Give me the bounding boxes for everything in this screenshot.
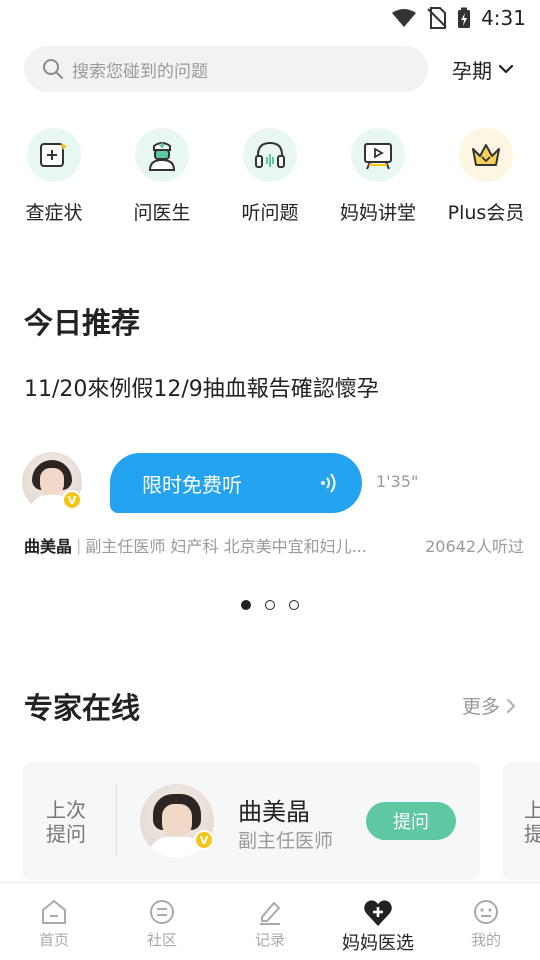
battery-charging-icon [458,7,471,28]
last-ask-label: 上次提问 [46,798,86,846]
edit-record-icon [260,902,280,925]
headphones-icon [255,141,285,168]
expert-name: 曲美晶 [238,798,310,826]
search-placeholder: 搜索您碰到的问题 [72,61,208,82]
carousel-dot[interactable] [289,600,299,610]
carousel-dot[interactable] [241,600,251,610]
bottom-tab-bar: 首页 社区 记录 妈妈医选 我的 [0,882,540,960]
ask-button[interactable]: 提问 [366,802,456,840]
tab-community[interactable]: 社区 [108,883,216,960]
free-listen-button[interactable]: 限时免费听 [110,453,362,513]
doctor-info: 副主任医师 妇产科 北京美中宜和妇儿... [85,537,367,556]
recommended-question[interactable]: 11/20來例假12/9抽血報告確認懷孕 [24,371,379,403]
profile-icon [474,900,498,924]
tab-profile[interactable]: 我的 [432,883,540,960]
quick-action-icon-wrap [243,128,297,182]
audio-duration: 1'35" [376,472,419,491]
quick-action-label: 妈妈讲堂 [339,202,416,224]
quick-action-lecture[interactable]: 妈妈讲堂 [324,128,432,225]
card-divider [116,784,117,858]
verified-badge-icon: V [194,830,214,850]
carousel-dot[interactable] [265,600,275,610]
meta-separator: | [76,535,82,555]
tab-label: 妈妈医选 [342,933,414,954]
chevron-right-icon [507,698,516,713]
chevron-down-icon [498,64,514,74]
last-ask-label: 上提 [524,798,540,846]
today-section-title: 今日推荐 [24,306,141,340]
quick-action-label: Plus会员 [447,202,525,224]
listener-count: 20642人听过 [425,537,524,556]
sound-wave-icon [321,473,336,493]
tab-label: 记录 [254,931,285,949]
quick-action-icon-wrap [135,128,189,182]
quick-action-icon-wrap [27,128,81,182]
heart-plus-icon [364,900,392,926]
quick-action-symptom[interactable]: 查症状 [0,128,108,225]
avatar-face [162,804,192,838]
video-lecture-icon [364,143,392,170]
symptom-check-icon [40,143,67,167]
quick-action-listen[interactable]: 听问题 [216,128,324,225]
doctor-icon [148,142,176,171]
no-sim-icon [427,7,447,29]
more-label: 更多 [461,696,500,718]
search-icon [43,59,63,79]
status-bar: 4:31 [0,0,540,36]
stage-label: 孕期 [452,58,492,83]
avatar-face [40,468,64,496]
tab-home[interactable]: 首页 [0,883,108,960]
quick-action-label: 查症状 [25,202,83,224]
quick-action-ask-doctor[interactable]: 问医生 [108,128,216,225]
expert-card[interactable]: 上次提问 V 曲美晶 副主任医师 提问 [22,762,480,880]
status-icons: 4:31 [391,6,526,30]
status-time: 4:31 [481,6,526,30]
tab-label: 社区 [146,931,177,949]
quick-action-icon-wrap [459,128,513,182]
experts-section-title: 专家在线 [24,691,141,725]
quick-actions: 查症状 问医生 听问题 妈妈讲堂 Plus会员 [0,128,540,225]
more-experts-link[interactable]: 更多 [462,692,516,719]
tab-label: 我的 [470,931,501,949]
quick-action-label: 问医生 [133,202,191,224]
wifi-icon [392,9,417,27]
search-input[interactable]: 搜索您碰到的问题 [24,46,428,92]
expert-title: 副主任医师 [238,830,334,852]
home-icon [42,900,66,924]
tab-label: 首页 [38,931,69,949]
quick-action-plus[interactable]: Plus会员 [432,128,540,225]
crown-icon [472,144,500,166]
community-icon [150,900,174,924]
doctor-meta: 曲美晶 | 副主任医师 妇产科 北京美中宜和妇儿... 20642人听过 [24,533,524,557]
free-listen-label: 限时免费听 [142,472,242,497]
audio-answer: V 限时免费听 1'35" [22,452,522,514]
search-row: 搜索您碰到的问题 孕期 [24,46,516,92]
tab-mama-select[interactable]: 妈妈医选 [324,883,432,960]
quick-action-label: 听问题 [241,202,299,224]
doctor-name: 曲美晶 [24,537,73,556]
tab-record[interactable]: 记录 [216,883,324,960]
stage-dropdown[interactable]: 孕期 [452,55,516,84]
quick-action-icon-wrap [351,128,405,182]
verified-badge-icon: V [62,490,82,510]
expert-card-next[interactable]: 上提 [502,762,540,880]
carousel-indicator [0,600,540,610]
